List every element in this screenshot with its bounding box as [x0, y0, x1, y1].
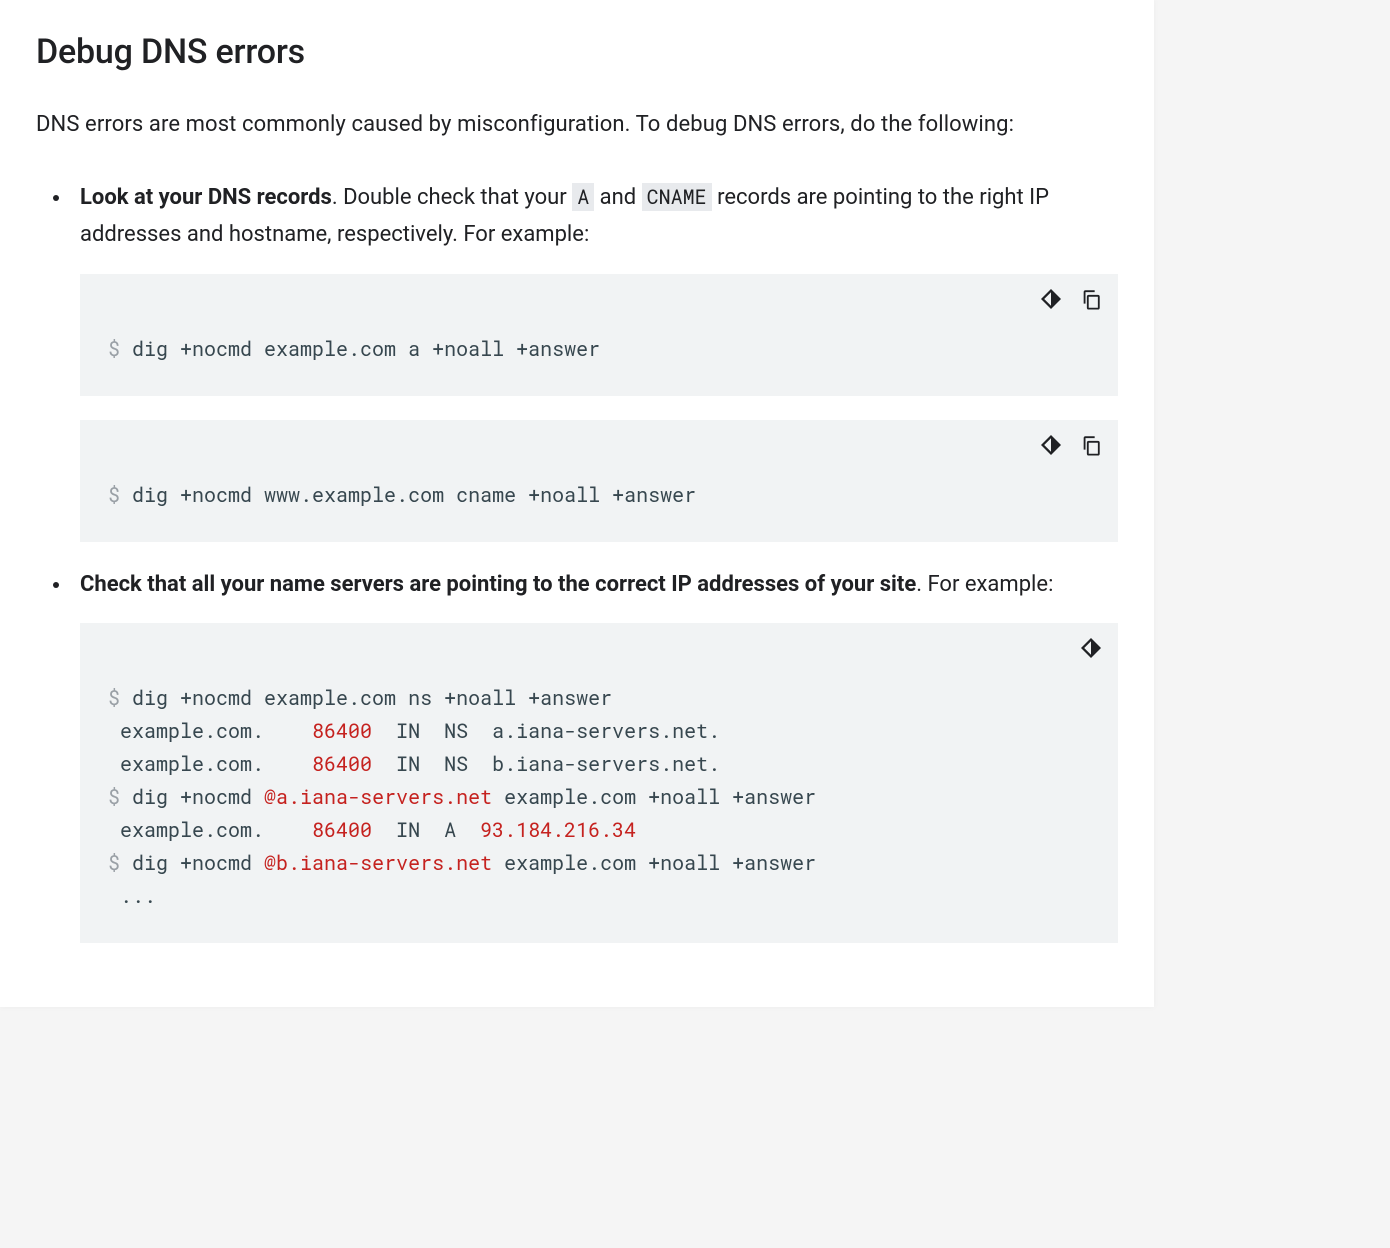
step-2-text: . For example: [916, 572, 1053, 597]
code-host: @b.iana-servers.net [264, 850, 492, 876]
shell-prompt: $ [108, 482, 120, 508]
code-actions [1078, 635, 1104, 661]
doc-page: Debug DNS errors DNS errors are most com… [0, 0, 1154, 1007]
step-2-bold: Check that all your name servers are poi… [80, 572, 916, 597]
code-number: 86400 [312, 718, 372, 744]
code-ip: 93.184.216.34 [480, 817, 636, 843]
step-1-text-a: . Double check that your [332, 185, 572, 210]
code-line: example.com +noall +answer [492, 784, 816, 810]
code-block-1: $ dig +nocmd example.com a +noall +answe… [80, 274, 1118, 396]
code-actions [1038, 286, 1104, 312]
theme-toggle-icon[interactable] [1038, 286, 1064, 312]
code-output: example.com. [108, 718, 312, 744]
code-number: 86400 [312, 751, 372, 777]
step-2: Check that all your name servers are poi… [72, 566, 1118, 943]
theme-toggle-icon[interactable] [1078, 635, 1104, 661]
code-output: IN NS a.iana-servers.net. [372, 718, 720, 744]
shell-prompt: $ [108, 784, 120, 810]
code-line: dig +nocmd example.com ns +noall +answer [120, 685, 612, 711]
code-block-3: $ dig +nocmd example.com ns +noall +answ… [80, 623, 1118, 943]
code-line: dig +nocmd www.example.com cname +noall … [120, 482, 696, 508]
theme-toggle-icon[interactable] [1038, 432, 1064, 458]
shell-prompt: $ [108, 336, 120, 362]
step-1-text-b: and [594, 185, 641, 210]
code-output: ... [108, 883, 156, 909]
code-line: dig +nocmd [120, 784, 264, 810]
page-title: Debug DNS errors [36, 0, 1118, 72]
copy-icon[interactable] [1078, 286, 1104, 312]
code-number: 86400 [312, 817, 372, 843]
step-1-bold: Look at your DNS records [80, 185, 332, 210]
code-block-2: $ dig +nocmd www.example.com cname +noal… [80, 420, 1118, 542]
code-line: example.com +noall +answer [492, 850, 816, 876]
code-host: @a.iana-servers.net [264, 784, 492, 810]
copy-icon[interactable] [1078, 432, 1104, 458]
shell-prompt: $ [108, 850, 120, 876]
code-line: dig +nocmd [120, 850, 264, 876]
steps-list: Look at your DNS records. Double check t… [36, 179, 1118, 943]
inline-code-a: A [572, 183, 594, 211]
code-actions [1038, 432, 1104, 458]
intro-text: DNS errors are most commonly caused by m… [36, 108, 1118, 143]
code-output: example.com. [108, 817, 312, 843]
doc-content: Debug DNS errors DNS errors are most com… [0, 0, 1154, 943]
code-line: dig +nocmd example.com a +noall +answer [120, 336, 600, 362]
step-1: Look at your DNS records. Double check t… [72, 179, 1118, 542]
code-output: IN NS b.iana-servers.net. [372, 751, 720, 777]
shell-prompt: $ [108, 685, 120, 711]
inline-code-cname: CNAME [642, 183, 712, 211]
code-output: example.com. [108, 751, 312, 777]
code-output: IN A [372, 817, 480, 843]
